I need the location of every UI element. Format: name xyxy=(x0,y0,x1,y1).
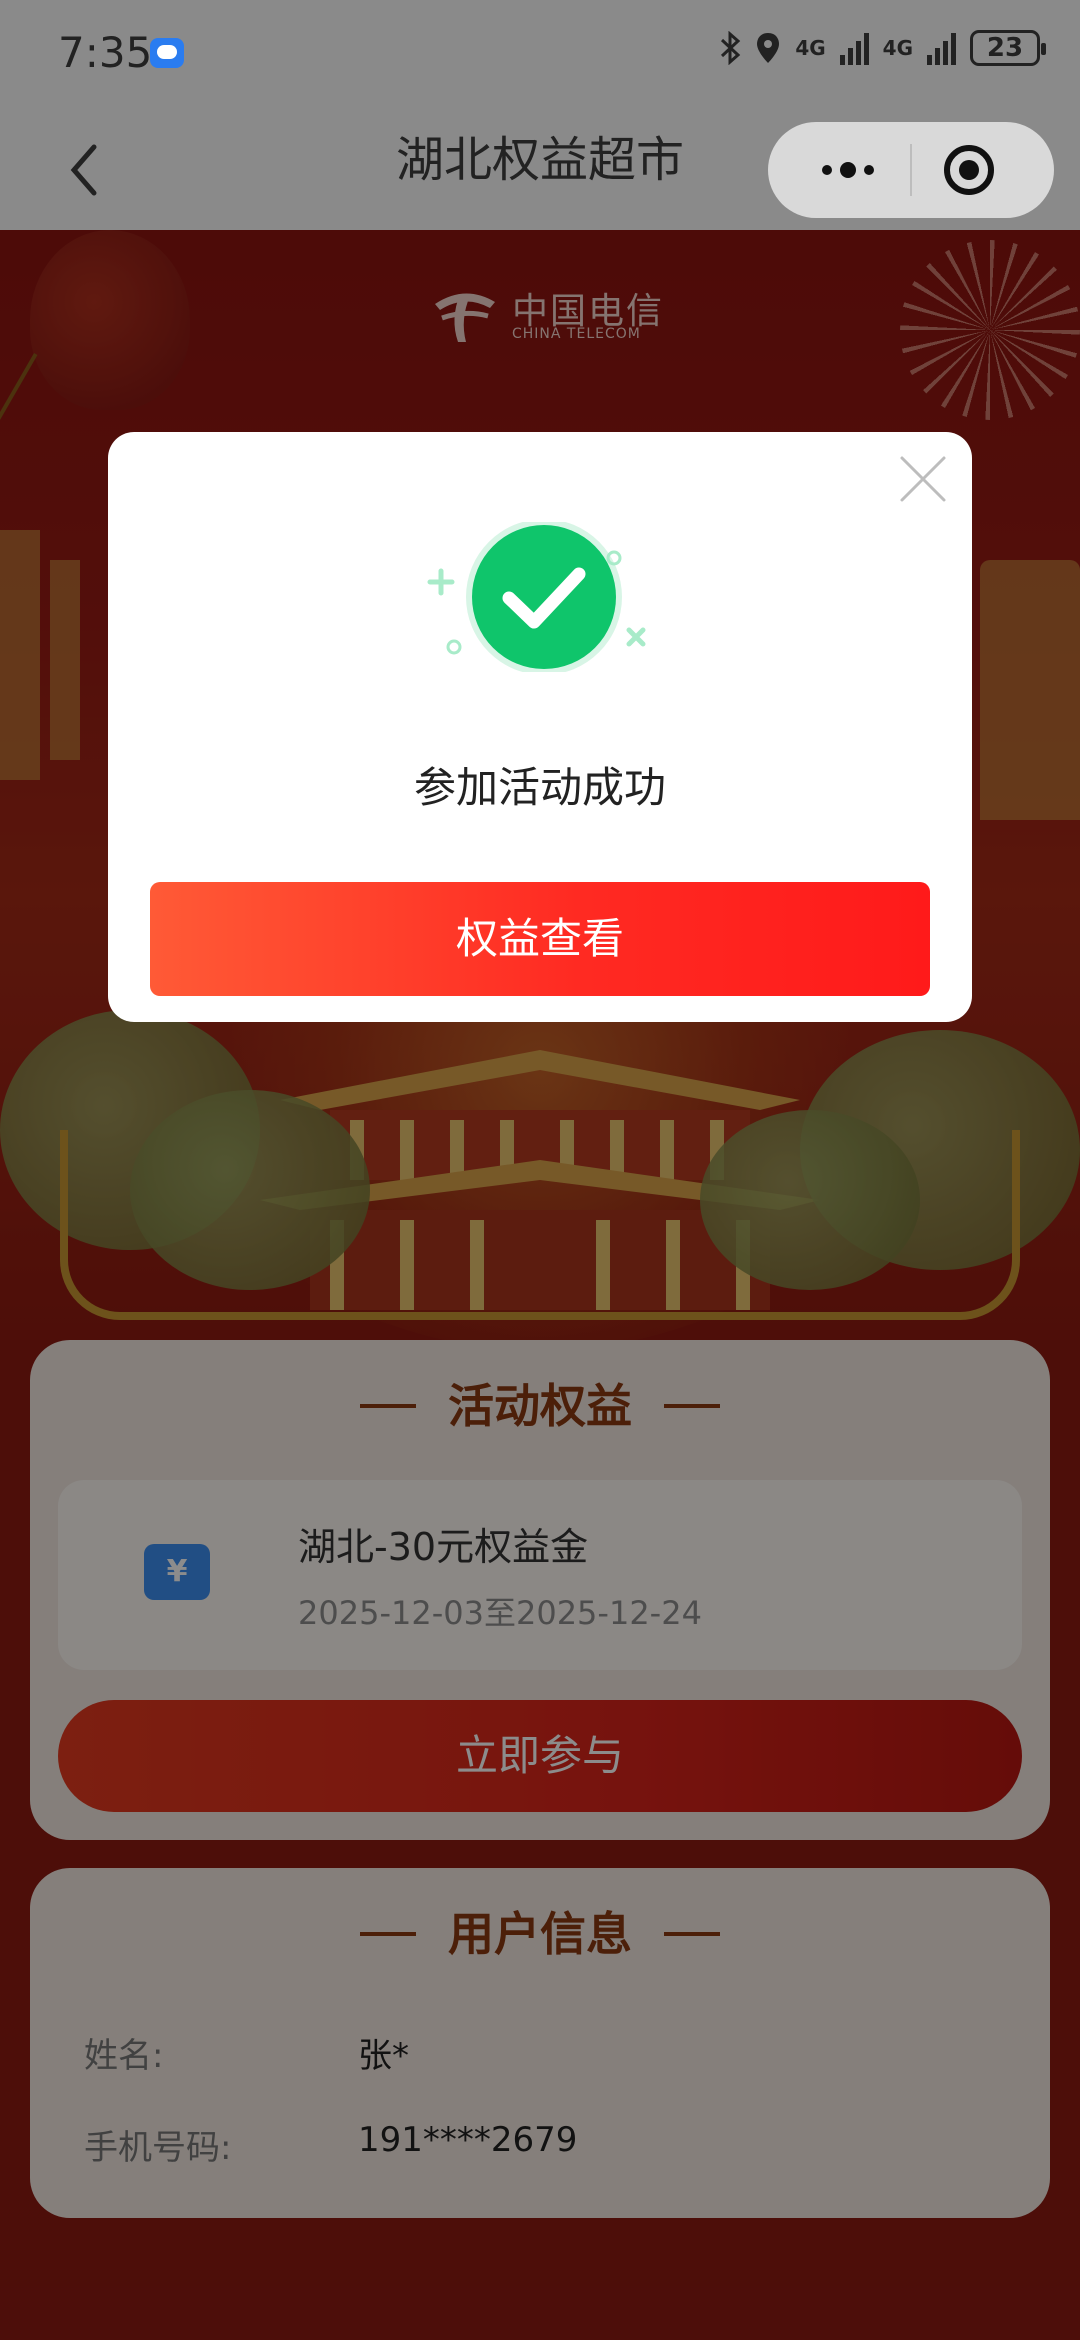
location-icon xyxy=(757,33,780,63)
check-circle-icon xyxy=(427,522,646,672)
status-bar: 7:35 4G 4G 23 xyxy=(0,0,1080,110)
more-dots-icon[interactable] xyxy=(808,147,888,193)
view-benefits-button[interactable]: 权益查看 xyxy=(150,882,930,996)
target-circle-icon[interactable] xyxy=(944,145,994,195)
close-icon[interactable] xyxy=(898,454,948,504)
success-message: 参加活动成功 xyxy=(413,763,666,812)
message-notification-icon xyxy=(150,38,184,68)
signal-icon-2 xyxy=(927,31,956,65)
success-dialog: 参加活动成功 权益查看 xyxy=(108,432,972,1022)
signal-icon xyxy=(839,31,869,65)
network-type-2: 4G xyxy=(882,36,913,60)
mini-program-capsule xyxy=(768,122,1054,218)
battery-icon: 23 xyxy=(970,30,1046,66)
navigation-bar: 湖北权益超市 xyxy=(0,110,1080,230)
back-chevron-icon[interactable] xyxy=(60,135,110,205)
bluetooth-icon xyxy=(721,31,741,65)
status-time: 7:35 xyxy=(58,28,153,77)
network-type-1: 4G xyxy=(795,36,826,60)
